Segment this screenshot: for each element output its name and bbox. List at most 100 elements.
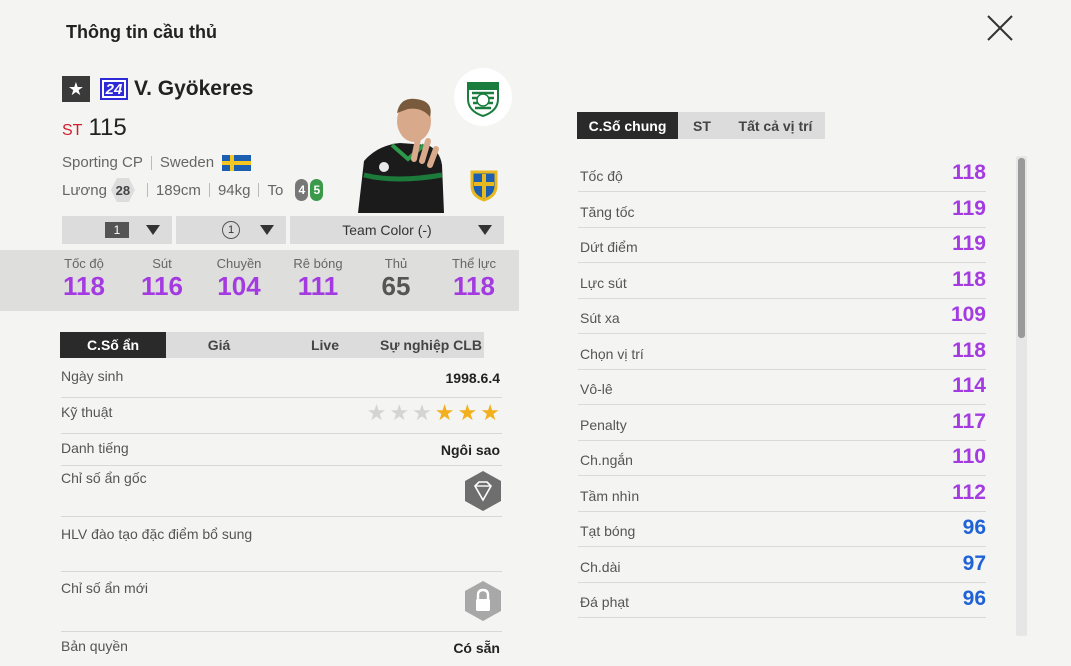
close-button[interactable] <box>984 12 1016 44</box>
team-badge-dropdown[interactable]: 1 <box>176 216 286 244</box>
star-empty-icon: ★ <box>366 400 387 425</box>
club-name: Sporting CP <box>62 154 143 171</box>
attribute-value: 119 <box>952 196 986 220</box>
team-color-value: Team Color (-) <box>342 222 432 238</box>
row-label: Kỹ thuật <box>61 404 113 420</box>
attribute-label: Dứt điểm <box>580 239 638 255</box>
attribute-value: 97 <box>962 551 986 575</box>
summary-stat-label: Tốc độ <box>64 256 104 271</box>
summary-stat-label: Sút <box>152 256 172 271</box>
attribute-label: Tốc độ <box>580 168 623 184</box>
level-value: 1 <box>104 222 130 238</box>
birthday-row: Ngày sinh 1998.6.4 <box>61 368 502 398</box>
attribute-label: Vô-lê <box>580 381 613 397</box>
attribute-row: Lực sút 118 <box>578 264 986 299</box>
row-label: Chỉ số ẩn mới <box>61 580 148 596</box>
attribute-value: 118 <box>952 161 986 184</box>
summary-stat-value: 111 <box>297 271 339 301</box>
birthday-value: 1998.6.4 <box>445 370 501 386</box>
tab-st[interactable]: ST <box>678 112 726 139</box>
license-value: Có sẵn <box>453 640 500 656</box>
page-title: Thông tin cầu thủ <box>66 22 217 42</box>
attribute-row: Tốc độ 118 <box>578 157 986 192</box>
summary-stat: Rê bóng 111 <box>292 256 344 302</box>
tab-live[interactable]: Live <box>272 332 378 358</box>
team-badge-value: 1 <box>222 221 240 239</box>
summary-stat: Chuyền 104 <box>214 256 264 302</box>
coach-trait-row: HLV đào tạo đặc điểm bổ sung <box>61 526 502 572</box>
attribute-row: Đá phạt 96 <box>578 583 986 618</box>
player-position: ST <box>62 122 83 139</box>
favorite-star-icon[interactable]: ★ <box>62 76 90 102</box>
weight: 94kg <box>217 181 251 199</box>
sweden-flag-icon <box>222 154 252 171</box>
summary-stats: Tốc độ 118 Sút 116 Chuyền 104 Rê bóng 11… <box>0 250 519 311</box>
star-filled-icon: ★ <box>434 400 455 425</box>
attribute-row: Chọn vị trí 118 <box>578 335 986 370</box>
diamond-hex-icon[interactable] <box>464 470 502 512</box>
summary-stat: Tốc độ 118 <box>62 256 106 302</box>
player-overall: 115 <box>88 114 127 141</box>
summary-stat-label: Rê bóng <box>293 256 343 271</box>
tab-price[interactable]: Giá <box>166 332 272 358</box>
divider <box>258 183 260 197</box>
attribute-scrollbar[interactable] <box>1016 156 1027 636</box>
attribute-value: 96 <box>962 587 986 610</box>
position-tabs: C.Số chung ST Tất cả vị trí <box>577 112 825 139</box>
left-foot-rating: 4 <box>295 179 309 201</box>
attribute-label: Tầm nhìn <box>580 487 640 504</box>
attribute-label: Chọn vị trí <box>580 345 644 362</box>
salary-value: 28 <box>110 178 135 202</box>
tab-all-positions[interactable]: Tất cả vị trí <box>726 112 825 139</box>
attribute-value: 118 <box>952 267 986 291</box>
level-dropdown[interactable]: 1 <box>62 216 172 244</box>
summary-stat: Sút 116 <box>140 256 184 302</box>
attribute-value: 117 <box>952 409 986 433</box>
divider <box>208 183 210 197</box>
season-badge: 24 <box>100 78 128 100</box>
row-label: HLV đào tạo đặc điểm bổ sung <box>61 526 253 542</box>
summary-stat-value: 65 <box>381 271 411 301</box>
attribute-row: Ch.dài 97 <box>578 548 986 583</box>
tab-club-career[interactable]: Sự nghiệp CLB <box>378 332 484 358</box>
star-empty-icon: ★ <box>412 400 432 425</box>
summary-stat-value: 118 <box>453 271 495 301</box>
lock-hex-icon <box>465 581 501 621</box>
right-foot-rating: 5 <box>310 179 324 201</box>
hidden-new-row: Chỉ số ẩn mới <box>61 580 502 632</box>
chevron-down-icon <box>478 225 492 235</box>
summary-stat-value: 104 <box>217 271 261 301</box>
attribute-value: 96 <box>962 516 986 539</box>
team-color-dropdown[interactable]: Team Color (-) <box>290 216 504 244</box>
attribute-row: Tầm nhìn 112 <box>578 477 986 512</box>
row-label: Chỉ số ẩn gốc <box>61 470 147 486</box>
chevron-down-icon <box>146 225 160 235</box>
attribute-value: 114 <box>952 374 986 397</box>
reputation-row: Danh tiếng Ngôi sao <box>61 440 502 466</box>
attribute-label: Lực sút <box>580 274 627 291</box>
player-header: ★ 24 V. Gyökeres <box>62 76 253 102</box>
attribute-value: 109 <box>950 303 986 326</box>
divider <box>150 155 152 170</box>
nation-name: Sweden <box>159 154 215 171</box>
close-icon[interactable] <box>984 12 1016 44</box>
attribute-row: Penalty 117 <box>578 406 986 441</box>
summary-stat-label: Thể lực <box>451 256 497 271</box>
tab-hidden-stats[interactable]: C.Số ẩn <box>60 332 166 358</box>
scrollbar-thumb[interactable] <box>1018 158 1025 338</box>
attribute-label: Penalty <box>580 416 627 433</box>
detail-tabs: C.Số ẩn Giá Live Sự nghiệp CLB <box>60 332 484 358</box>
height: 189cm <box>155 181 201 199</box>
attribute-value: 110 <box>952 445 986 468</box>
attribute-value: 119 <box>952 232 986 255</box>
tab-general-stats[interactable]: C.Số chung <box>577 112 678 139</box>
player-portrait <box>356 95 448 220</box>
summary-stat: Thủ 65 <box>378 256 414 302</box>
row-label: Ngày sinh <box>61 368 124 384</box>
star-empty-icon: ★ <box>389 400 410 425</box>
attribute-value: 118 <box>952 338 986 362</box>
attribute-row: Ch.ngắn 110 <box>578 441 986 476</box>
skill-row: Kỹ thuật ★ ★ ★ ★ ★ ★ <box>61 400 502 434</box>
body-type: To <box>267 181 284 199</box>
attribute-label: Tăng tốc <box>580 203 635 220</box>
